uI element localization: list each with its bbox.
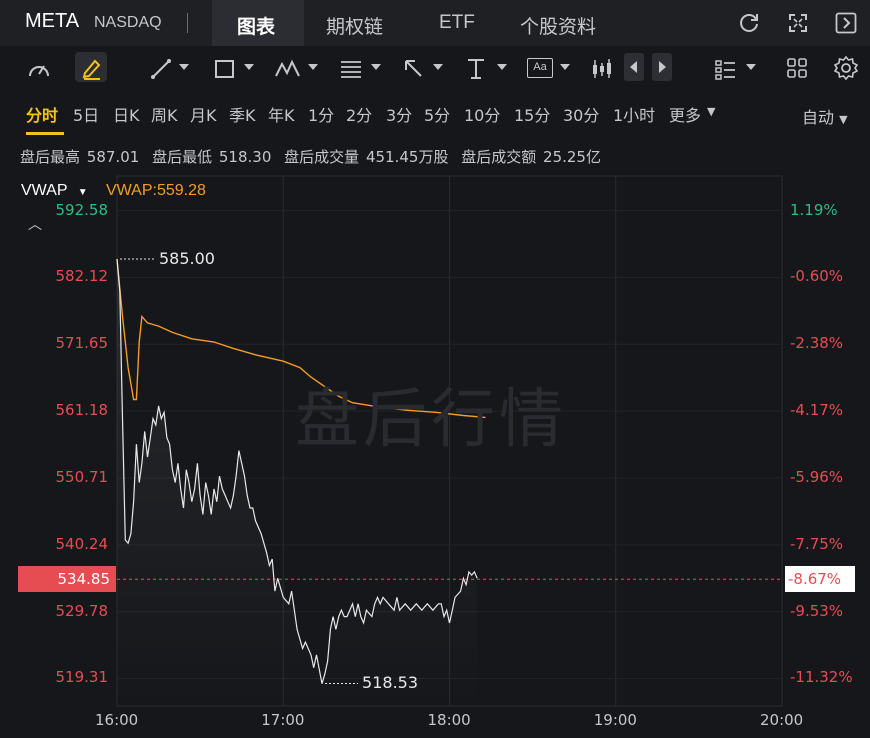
chevron-down-icon: ▼ (77, 187, 88, 198)
period-tab-0[interactable]: 分时 (26, 102, 58, 126)
chevron-down-icon[interactable] (746, 64, 756, 70)
right-axis-label: 1.19% (790, 200, 838, 219)
ah-high-value: 587.01 (86, 148, 140, 166)
time-axis-label: 16:00 (95, 711, 139, 729)
fullscreen-icon[interactable] (786, 11, 810, 35)
watermark-text: 盘后行情 (295, 383, 567, 457)
left-axis-label: 540.24 (55, 534, 109, 553)
current-percent-tag: -8.67% (785, 566, 855, 593)
ah-high-label: 盘后最高 (20, 148, 81, 166)
chevron-down-icon[interactable] (560, 64, 570, 70)
chevron-down-icon[interactable] (308, 64, 318, 70)
right-axis-label: -2.38% (790, 334, 844, 353)
right-axis-label: -4.17% (790, 401, 844, 420)
indicator-selector[interactable]: VWAP ▼ (21, 182, 88, 200)
left-axis-label: 519.31 (55, 668, 109, 687)
right-axis-label: -0.60% (790, 267, 844, 286)
prev-icon (630, 61, 637, 73)
tab-options-chain[interactable]: 期权链 (326, 12, 383, 39)
period-tab-14[interactable]: 1小时 (613, 102, 655, 126)
grid-icon[interactable] (785, 56, 809, 80)
period-tab-7[interactable]: 1分 (308, 102, 334, 126)
right-axis-label: -9.53% (790, 601, 844, 620)
ah-low-label: 盘后最低 (152, 148, 213, 166)
current-price-tag: 534.85 (18, 566, 116, 593)
right-axis-label: -7.75% (790, 534, 844, 553)
period-tab-10[interactable]: 5分 (424, 102, 450, 126)
low-marker-label: 518.53 (362, 673, 419, 693)
after-hours-stats: 盘后最高 587.01 盘后最低 518.30 盘后成交量 451.45万股 盘… (20, 146, 603, 167)
auto-scale-dropdown[interactable]: 自动 ▼ (802, 104, 848, 128)
left-axis-label: 529.78 (55, 601, 109, 620)
collapse-panel-icon[interactable] (834, 11, 858, 35)
vwap-value: VWAP:559.28 (106, 182, 206, 199)
next-icon (659, 61, 666, 73)
period-tab-11[interactable]: 10分 (464, 102, 500, 126)
pattern-tool-icon[interactable] (273, 56, 303, 82)
pen-icon[interactable] (79, 55, 105, 81)
auto-scale-label: 自动 (802, 108, 835, 127)
left-axis-label: 571.65 (55, 334, 109, 353)
chevron-up-icon[interactable]: ︿ (28, 214, 42, 234)
tab-etf[interactable]: ETF (439, 12, 475, 34)
chevron-down-icon[interactable] (371, 64, 381, 70)
time-axis-label: 18:00 (427, 711, 471, 729)
ah-amount-label: 盘后成交额 (461, 148, 537, 166)
period-tab-12[interactable]: 15分 (514, 102, 550, 126)
time-axis-label: 20:00 (760, 711, 804, 729)
price-area (117, 259, 478, 706)
refresh-icon[interactable] (737, 11, 761, 35)
divider (187, 13, 188, 33)
time-axis-label: 19:00 (593, 711, 637, 729)
high-marker-label: 585.00 (159, 249, 215, 268)
period-tab-2[interactable]: 日K (113, 102, 140, 126)
next-button[interactable] (652, 53, 672, 81)
rectangle-tool-icon[interactable] (212, 56, 238, 82)
ah-volume-label: 盘后成交量 (284, 148, 360, 166)
left-axis-label: 592.58 (55, 200, 109, 219)
time-axis-label: 17:00 (261, 711, 305, 729)
period-tab-15[interactable]: 更多 (669, 102, 701, 126)
arrow-tool-icon[interactable] (401, 56, 427, 82)
tab-stock-profile[interactable]: 个股资料 (520, 12, 596, 39)
chevron-down-icon: ▼ (839, 113, 848, 126)
ah-low-value: 518.30 (218, 148, 272, 166)
indicator-name: VWAP (21, 182, 68, 199)
candle-tool-icon[interactable] (590, 56, 614, 82)
period-tab-13[interactable]: 30分 (563, 102, 599, 126)
chevron-down-icon[interactable] (179, 64, 189, 70)
period-tab-8[interactable]: 2分 (346, 102, 372, 126)
price-line (116, 258, 478, 684)
chevron-down-icon[interactable] (433, 64, 443, 70)
exchange-name: NASDAQ (94, 14, 162, 31)
chevron-down-icon[interactable] (244, 64, 254, 70)
chevron-down-icon[interactable] (497, 64, 507, 70)
fib-tool-icon[interactable] (338, 56, 364, 82)
period-tab-3[interactable]: 周K (151, 102, 178, 126)
right-axis-label: -5.96% (790, 467, 844, 486)
text-tool-icon[interactable] (463, 56, 489, 82)
right-axis-label: -11.32% (790, 668, 853, 687)
settings-icon[interactable] (833, 55, 859, 81)
line-tool-icon[interactable] (148, 56, 174, 82)
tab-chart[interactable]: 图表 (237, 12, 275, 39)
ah-volume-value: 451.45万股 (365, 148, 449, 166)
chevron-down-icon: ▼ (707, 105, 716, 118)
indicator-gauge-icon[interactable] (26, 56, 52, 82)
period-tab-9[interactable]: 3分 (386, 102, 412, 126)
period-tab-5[interactable]: 季K (229, 102, 256, 126)
left-axis-label: 561.18 (55, 401, 109, 420)
label-tool-icon[interactable]: Aa (527, 58, 553, 78)
left-axis-label: 550.71 (55, 467, 109, 486)
period-tab-4[interactable]: 月K (190, 102, 217, 126)
ticker-symbol: META (25, 10, 80, 32)
period-tab-1[interactable]: 5日 (73, 102, 99, 126)
period-tab-6[interactable]: 年K (268, 102, 295, 126)
prev-button[interactable] (624, 53, 644, 81)
active-period-indicator (26, 132, 64, 135)
layout-list-icon[interactable] (713, 56, 739, 82)
ah-amount-value: 25.25亿 (543, 148, 601, 166)
left-axis-label: 582.12 (55, 267, 109, 286)
